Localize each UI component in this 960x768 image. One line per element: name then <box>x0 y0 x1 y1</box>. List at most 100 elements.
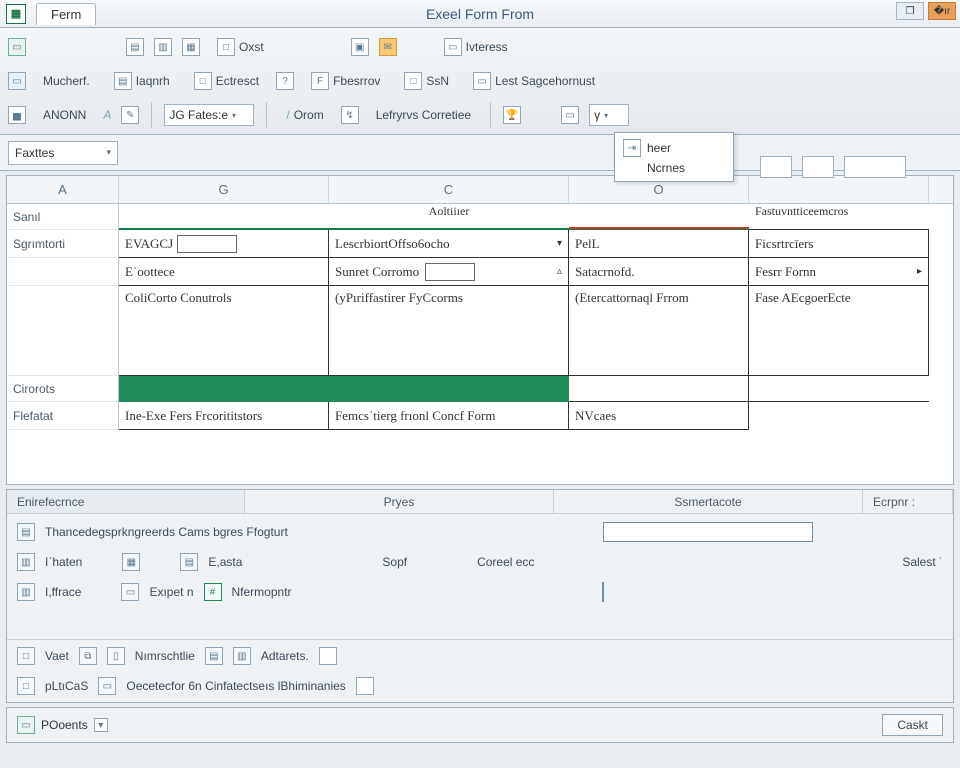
panel-tab[interactable]: Ssmertacote <box>554 490 863 513</box>
ribbon-button[interactable]: □Oxst <box>210 35 271 59</box>
panel-label: pLtıCaS <box>45 679 88 693</box>
col-header-c[interactable]: C <box>329 176 569 203</box>
panel-label: Nfermopntr <box>232 585 292 599</box>
trophy-icon[interactable]: 🏆 <box>503 106 521 124</box>
panel-input[interactable] <box>603 522 813 542</box>
cell[interactable] <box>749 402 929 430</box>
panel-label: Vaet <box>45 649 69 663</box>
panel-label: Nımrschtlie <box>135 649 195 663</box>
ribbon-icon[interactable]: ✉ <box>379 38 397 56</box>
row-label[interactable] <box>7 286 118 376</box>
ribbon-button[interactable]: FFbesrrov <box>304 69 387 93</box>
mini-input-1[interactable] <box>760 156 792 178</box>
cell[interactable]: Fase AEcgoerEcte <box>749 286 929 376</box>
panel-icon: ▤ <box>205 647 223 665</box>
popup-icon: ⇥ <box>623 139 641 157</box>
name-box[interactable]: Faxttes▾ <box>8 141 118 165</box>
ribbon-button[interactable]: /Orom <box>279 105 330 125</box>
ribbon-button[interactable]: ▤Iaqnrh <box>107 69 177 93</box>
cell[interactable]: Sunret Corromo▵ <box>329 258 569 286</box>
cell[interactable]: PelL <box>569 230 749 258</box>
ribbon-icon[interactable]: ▣ <box>351 38 369 56</box>
cell[interactable]: Satacrnofd. <box>569 258 749 286</box>
titlebar-tab[interactable]: Ferm <box>36 3 96 25</box>
mini-inputs <box>760 156 906 178</box>
status-button[interactable]: Caskt <box>882 714 943 736</box>
cell[interactable]: LescrbiortOffso6ocho▾ <box>329 230 569 258</box>
ribbon-combo-2[interactable]: γ▾ <box>589 104 629 126</box>
panel-strip: □ Vaet ⧉ ▯ Nımrschtlie ▤ ▥ Adtarets. □ p… <box>7 639 953 702</box>
checkbox-icon[interactable] <box>319 647 337 665</box>
highlight-row <box>119 376 953 402</box>
status-icon[interactable]: ▾ <box>94 718 108 732</box>
ribbon-button[interactable]: ▭Ivteress <box>437 35 515 59</box>
panel-label: Oecetecfor 6n Cinfatectseıs lBhiminanies <box>126 679 345 693</box>
popup-item[interactable]: heer <box>647 141 671 155</box>
ribbon-button[interactable]: Mucherf. <box>36 71 97 91</box>
popup-item[interactable]: Ncrnes <box>647 161 685 175</box>
cell[interactable]: (Etercattornaql Frrom <box>569 286 749 376</box>
ribbon-row-2: ▭ Mucherf. ▤Iaqnrh □Ectresct ? FFbesrrov… <box>8 66 952 96</box>
cell[interactable]: ColiCorto Conutrols <box>119 286 329 376</box>
panel-text: Thancedegsprkngreerds Cams bgres Ffogtur… <box>45 525 288 539</box>
mini-input-2[interactable] <box>802 156 834 178</box>
cell[interactable]: Ficsrtrcīers <box>749 230 929 258</box>
panel-tabs: Enirefecrnce Pryes Ssmertacote Ecrpnr : <box>7 490 953 514</box>
ribbon-icon[interactable]: ↯ <box>341 106 359 124</box>
panel-icon: ▭ <box>121 583 139 601</box>
window-button-2[interactable]: �ır <box>928 2 956 20</box>
ribbon: ▭ ▤ ▥ ▦ □Oxst ▣ ✉ ▭Ivteress ▭ Mucherf. ▤… <box>0 28 960 135</box>
panel-label: Iˈhaten <box>45 555 82 569</box>
ribbon-button[interactable]: ▭Lest Sagcehornust <box>466 69 602 93</box>
panel-icon: ▤ <box>180 553 198 571</box>
ribbon-button[interactable]: Lefryrvs Corretiee <box>369 105 478 125</box>
ribbon-icon[interactable]: ▭ <box>8 72 26 90</box>
ribbon-icon[interactable]: ? <box>276 72 294 90</box>
cell[interactable]: (yPıriffastirer FyCcorms <box>329 286 569 376</box>
row-label[interactable]: Sgrımtorti <box>7 230 118 258</box>
ribbon-icon[interactable]: ▭ <box>561 106 579 124</box>
panel-label: Adtarets. <box>261 649 309 663</box>
popup-panel: ⇥ heer Ncrnes <box>614 132 734 182</box>
col-header-a[interactable]: A <box>7 176 119 203</box>
cell[interactable]: Fesrr Fornn▸ <box>749 258 929 286</box>
mini-input-3[interactable] <box>844 156 906 178</box>
cell[interactable]: Eˈoottece <box>119 258 329 286</box>
ribbon-icon[interactable]: ▭ <box>8 38 26 56</box>
cells-area: Aoltiiıer Fastuvntticeemcros EVAGCJ Lesc… <box>119 204 953 430</box>
ribbon-button[interactable]: ANONN <box>36 105 93 125</box>
col-header-e[interactable] <box>749 176 929 203</box>
row-label[interactable]: Flefatat <box>7 402 118 430</box>
panel-label: Salest ˙ <box>902 555 943 569</box>
row-label[interactable]: Cirorots <box>7 376 118 402</box>
panel-input-small[interactable] <box>602 582 604 602</box>
checkbox-icon[interactable] <box>356 677 374 695</box>
panel-label: Coreel ecc <box>477 555 534 569</box>
panel-tab[interactable]: Pryes <box>245 490 554 513</box>
panel-icon: ▤ <box>17 523 35 541</box>
ribbon-combo-1[interactable]: JG Fates:e▾ <box>164 104 254 126</box>
panel-label: I,ffrace <box>45 585 81 599</box>
ribbon-icon[interactable]: ▥ <box>154 38 172 56</box>
ribbon-icon[interactable]: ✎ <box>121 106 139 124</box>
col-header-g[interactable]: G <box>119 176 329 203</box>
panel-tab[interactable]: Enirefecrnce <box>7 490 245 513</box>
app-icon: ▦ <box>6 4 26 24</box>
panel-icon: ▥ <box>17 553 35 571</box>
ribbon-icon[interactable]: ▦ <box>182 38 200 56</box>
ribbon-icon[interactable]: ▤ <box>126 38 144 56</box>
cell[interactable]: Ine-Exe Fers Frcorititstors <box>119 402 329 430</box>
row-label[interactable] <box>7 258 118 286</box>
panel-tab[interactable]: Ecrpnr : <box>863 490 953 513</box>
spreadsheet-grid: A G C O Sanıl Sgrımtorti Cirorots Flefat… <box>6 175 954 485</box>
window-button-1[interactable]: ❐ <box>896 2 924 20</box>
ribbon-button[interactable]: □Ectresct <box>187 69 266 93</box>
ribbon-icon[interactable]: ▅ <box>8 106 26 124</box>
row-label[interactable]: Sanıl <box>7 204 118 230</box>
panel-icon: ▭ <box>98 677 116 695</box>
cell[interactable]: Femcsˈtierg frıonl Concf Form <box>329 402 569 430</box>
ribbon-button[interactable]: □SsN <box>397 69 456 93</box>
cell[interactable]: NVcaes <box>569 402 749 430</box>
cell[interactable]: EVAGCJ <box>119 230 329 258</box>
window-title: Exeel Form From <box>0 6 960 22</box>
